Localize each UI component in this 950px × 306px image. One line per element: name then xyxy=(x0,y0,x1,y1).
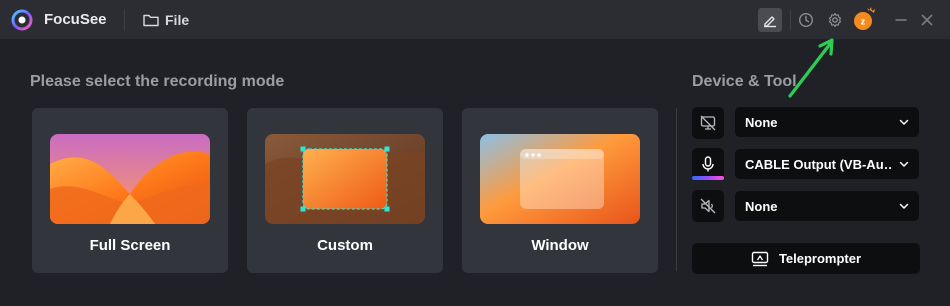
speaker-muted-icon xyxy=(700,198,716,214)
close-button[interactable] xyxy=(916,9,938,31)
close-icon xyxy=(921,14,933,26)
microphone-icon xyxy=(702,156,714,172)
microphone-select[interactable]: CABLE Output (VB-Au… xyxy=(735,149,919,179)
arrow-annotation-icon xyxy=(788,38,834,98)
mode-card-full-screen[interactable]: Full Screen xyxy=(32,108,228,273)
avatar-icon: z xyxy=(854,7,875,30)
history-icon xyxy=(798,12,814,28)
device-tool-heading: Device & Tool xyxy=(692,73,797,90)
folder-icon xyxy=(143,14,159,27)
camera-value: None xyxy=(745,115,778,130)
camera-off-icon xyxy=(700,115,716,131)
avatar-letter: z xyxy=(861,17,866,27)
file-menu-label: File xyxy=(165,12,190,28)
full-screen-preview xyxy=(50,134,210,224)
mode-label-custom: Custom xyxy=(317,237,373,254)
recording-mode-heading: Please select the recording mode xyxy=(30,73,285,90)
chevron-down-icon xyxy=(899,119,909,126)
history-button[interactable] xyxy=(795,9,817,31)
teleprompter-button[interactable]: Teleprompter xyxy=(692,243,920,274)
speaker-value: None xyxy=(745,199,778,214)
annotation-icon xyxy=(764,16,776,28)
camera-toggle[interactable] xyxy=(692,107,724,139)
panel-divider xyxy=(676,108,677,271)
microphone-value: CABLE Output (VB-Au… xyxy=(745,157,893,172)
custom-preview xyxy=(265,134,425,224)
minimize-button[interactable] xyxy=(890,9,912,31)
camera-select[interactable]: None xyxy=(735,107,919,137)
speaker-select[interactable]: None xyxy=(735,191,919,221)
mode-label-full-screen: Full Screen xyxy=(89,237,171,254)
minimize-icon xyxy=(895,19,907,21)
window-preview xyxy=(480,134,640,224)
avatar[interactable]: z xyxy=(852,5,878,33)
focusee-logo-icon xyxy=(11,9,33,31)
title-divider xyxy=(124,9,125,31)
microphone-level-bar xyxy=(692,176,724,180)
teleprompter-icon xyxy=(751,251,769,266)
chevron-down-icon xyxy=(899,161,909,168)
app-title: FocuSee xyxy=(44,11,107,28)
teleprompter-label: Teleprompter xyxy=(778,251,862,266)
mode-card-custom[interactable]: Custom xyxy=(247,108,443,273)
annotation-button[interactable] xyxy=(758,8,782,32)
chevron-down-icon xyxy=(899,203,909,210)
mode-card-window[interactable]: Window xyxy=(462,108,658,273)
file-menu[interactable]: File xyxy=(143,10,189,30)
gear-icon xyxy=(828,12,842,28)
speaker-toggle[interactable] xyxy=(692,190,724,222)
settings-button[interactable] xyxy=(824,9,846,31)
toolbar-divider xyxy=(790,10,791,30)
mode-label-window: Window xyxy=(531,237,589,254)
